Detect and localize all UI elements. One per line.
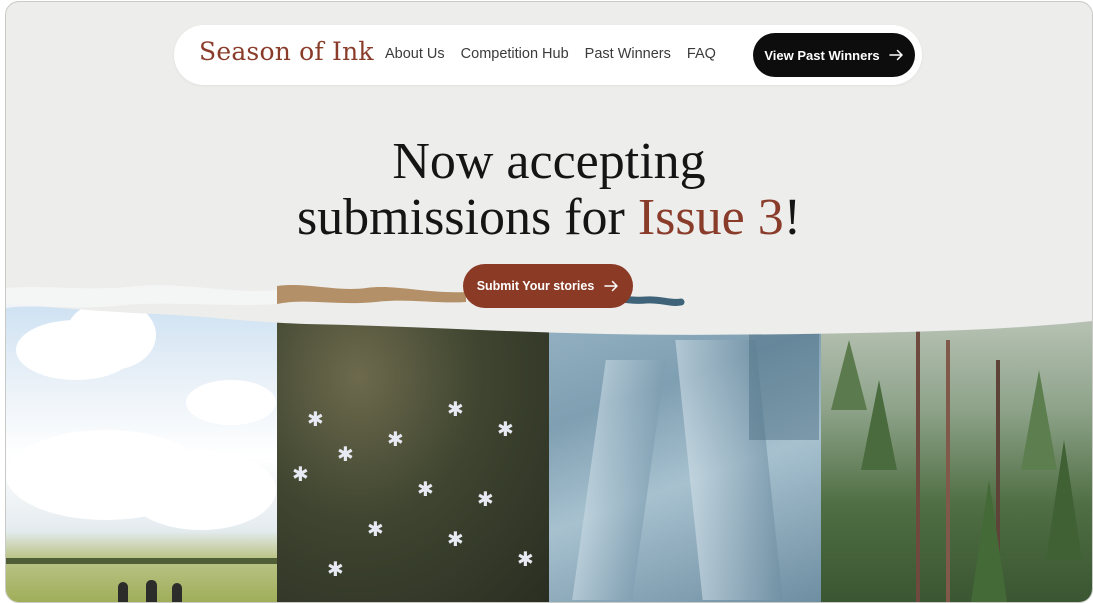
brand-logo[interactable]: Season of Ink (199, 37, 374, 66)
submit-stories-button[interactable]: Submit Your stories (463, 264, 633, 308)
hero-heading: Now accepting submissions for Issue 3! (6, 134, 1092, 246)
hero-heading-line1: Now accepting (392, 133, 706, 190)
arrow-right-icon (888, 49, 903, 61)
nav-link-past-winners[interactable]: Past Winners (585, 46, 671, 62)
autumn-flowers-photo: ✱ ✱ ✱ ✱ ✱ ✱ ✱ ✱ ✱ ✱ ✱ ✱ (277, 280, 549, 602)
arrow-right-icon (604, 280, 619, 292)
spring-forest-photo (821, 280, 1092, 602)
view-past-winners-button[interactable]: View Past Winners (753, 33, 915, 77)
nav-link-competition-hub[interactable]: Competition Hub (461, 46, 569, 62)
hero-heading-suffix: ! (783, 189, 802, 246)
hero-heading-line2: submissions for (296, 189, 638, 246)
summer-field-photo (6, 280, 277, 602)
nav-link-about-us[interactable]: About Us (385, 46, 445, 62)
browser-frame: Season of Ink About Us Competition Hub P… (5, 1, 1093, 603)
season-photo-strip: ✱ ✱ ✱ ✱ ✱ ✱ ✱ ✱ ✱ ✱ ✱ ✱ (6, 280, 1092, 602)
submit-stories-label: Submit Your stories (476, 279, 595, 293)
nav-link-faq[interactable]: FAQ (687, 46, 716, 62)
top-navbar: Season of Ink About Us Competition Hub P… (174, 25, 922, 85)
winter-snow-trees-photo (549, 280, 821, 602)
hero-heading-accent: Issue 3 (637, 189, 784, 246)
view-past-winners-label: View Past Winners (764, 47, 880, 63)
nav-links: About Us Competition Hub Past Winners FA… (385, 46, 716, 62)
